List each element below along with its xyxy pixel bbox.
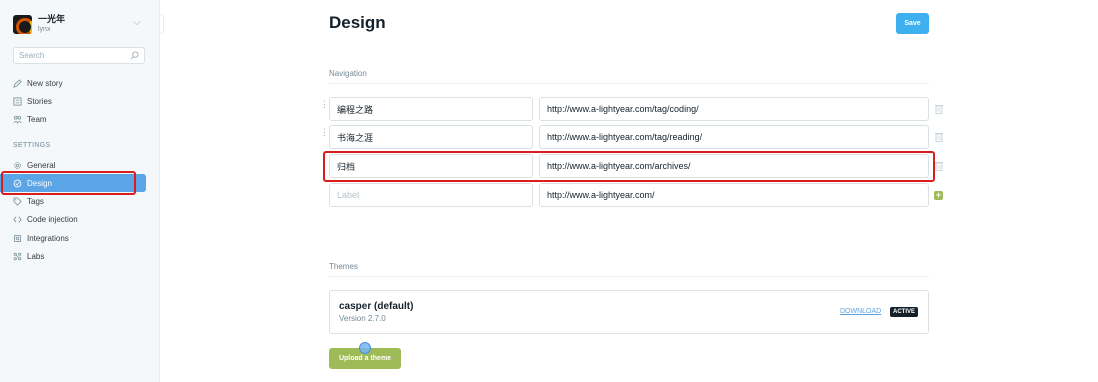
sidebar-item-label: Code injection xyxy=(27,214,78,224)
sidebar-item-label: New story xyxy=(27,78,63,88)
nav-url-input[interactable]: http://www.a-lightyear.com/archives/ xyxy=(539,154,929,178)
sidebar-item-code-injection[interactable]: Code injection xyxy=(0,210,146,228)
trash-icon[interactable] xyxy=(935,161,943,171)
trash-icon[interactable] xyxy=(935,132,943,142)
settings-section-label: SETTINGS xyxy=(13,142,51,149)
sidebar-item-labs[interactable]: Labs xyxy=(0,247,146,265)
blog-title: 一光年 xyxy=(38,14,66,24)
pen-icon xyxy=(13,78,22,88)
theme-card: casper (default) Version 2.7.0 DOWNLOAD … xyxy=(329,290,929,334)
page-title: Design xyxy=(329,13,386,32)
sidebar-item-label: Team xyxy=(27,114,47,124)
search-box[interactable] xyxy=(13,47,145,64)
sidebar-item-team[interactable]: Team xyxy=(0,110,146,128)
navigation-divider xyxy=(329,83,929,84)
gear-icon xyxy=(14,161,21,169)
nav-label-input[interactable]: 书海之涯 xyxy=(329,125,533,149)
sidebar-item-tags[interactable]: Tags xyxy=(0,192,146,210)
sidebar-item-label: Labs xyxy=(27,251,45,261)
blog-switcher[interactable]: 一光年 lynx ⌵ xyxy=(13,14,148,34)
sidebar: 一光年 lynx ⌵ New story Stories Team SETTIN… xyxy=(0,0,160,382)
add-navigation-button[interactable]: + xyxy=(934,191,943,200)
sidebar-item-label: Integrations xyxy=(27,233,69,243)
drag-handle-icon[interactable]: ⋮⋮ xyxy=(320,157,337,171)
sidebar-edge-tab xyxy=(160,14,164,34)
sidebar-item-label: Tags xyxy=(27,196,44,206)
navigation-row: ⋮⋮ 书海之涯 http://www.a-lightyear.com/tag/r… xyxy=(320,125,950,149)
sidebar-item-label: General xyxy=(27,160,56,170)
nav-label-input[interactable]: 归档 xyxy=(329,154,533,178)
navigation-row: ⋮⋮ 编程之路 http://www.a-lightyear.com/tag/c… xyxy=(320,97,950,121)
new-nav-label-input[interactable]: Label xyxy=(329,183,533,207)
save-button[interactable]: Save xyxy=(896,13,929,34)
theme-active-badge: ACTIVE xyxy=(890,307,919,317)
code-icon xyxy=(13,216,22,222)
chevron-down-icon[interactable]: ⌵ xyxy=(133,17,141,28)
theme-name: casper (default) xyxy=(339,301,414,312)
palette-icon xyxy=(13,179,22,187)
nav-label-input[interactable]: 编程之路 xyxy=(329,97,533,121)
nav-url-input[interactable]: http://www.a-lightyear.com/tag/coding/ xyxy=(539,97,929,121)
themes-divider xyxy=(329,276,929,277)
search-icon[interactable] xyxy=(130,51,139,60)
mouse-cursor-indicator xyxy=(359,342,371,354)
drag-handle-icon[interactable]: ⋮⋮ xyxy=(320,100,337,114)
new-nav-url-input[interactable]: http://www.a-lightyear.com/ xyxy=(539,183,929,207)
themes-heading: Themes xyxy=(329,262,358,271)
navigation-row: ⋮⋮ 归档 http://www.a-lightyear.com/archive… xyxy=(320,154,950,178)
sidebar-item-stories[interactable]: Stories xyxy=(0,92,146,110)
list-icon xyxy=(13,96,22,106)
labs-icon xyxy=(13,252,22,260)
app: 一光年 lynx ⌵ New story Stories Team SETTIN… xyxy=(0,0,1098,382)
team-icon xyxy=(13,115,22,124)
theme-download-link[interactable]: DOWNLOAD xyxy=(840,308,881,315)
blog-logo xyxy=(13,14,32,34)
user-name: lynx xyxy=(38,26,51,33)
sidebar-item-integrations[interactable]: Integrations xyxy=(0,229,146,247)
sidebar-item-general[interactable]: General xyxy=(0,156,146,174)
sidebar-item-design[interactable]: Design xyxy=(0,174,146,192)
sidebar-item-new-story[interactable]: New story xyxy=(0,74,146,92)
theme-version: Version 2.7.0 xyxy=(339,314,386,323)
tag-icon xyxy=(13,196,22,206)
sidebar-item-label: Design xyxy=(27,178,52,188)
search-input[interactable] xyxy=(19,51,130,60)
new-navigation-row: Label http://www.a-lightyear.com/ + xyxy=(320,183,950,207)
sidebar-item-label: Stories xyxy=(27,96,52,106)
integrations-icon xyxy=(13,234,22,242)
trash-icon[interactable] xyxy=(935,104,943,114)
navigation-heading: Navigation xyxy=(329,69,367,78)
drag-handle-icon[interactable]: ⋮⋮ xyxy=(320,128,337,142)
nav-url-input[interactable]: http://www.a-lightyear.com/tag/reading/ xyxy=(539,125,929,149)
